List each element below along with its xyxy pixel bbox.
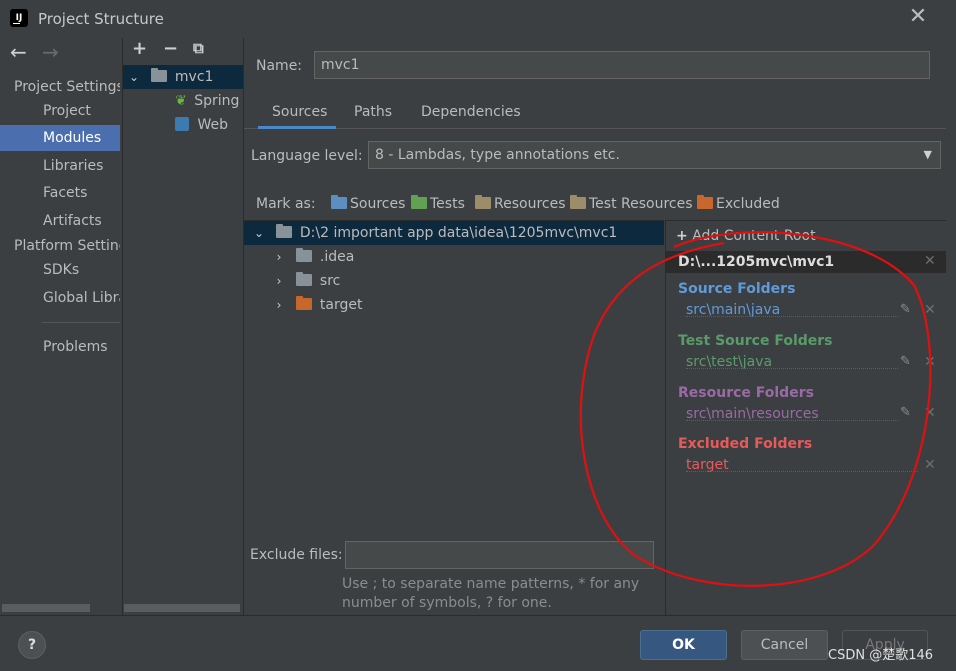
mark-as-excluded[interactable]: Excluded (697, 195, 780, 213)
nav-item-modules[interactable]: Modules (0, 125, 120, 151)
remove-icon[interactable]: − (163, 38, 178, 59)
back-arrow-icon[interactable]: ← (10, 40, 27, 64)
nav-item-artifacts[interactable]: Artifacts (0, 208, 120, 234)
mark-as-tests[interactable]: Tests (411, 195, 465, 213)
tree-item-label: src (319, 273, 341, 289)
tab-paths[interactable]: Paths (354, 104, 392, 130)
chevron-right-icon[interactable]: › (272, 269, 286, 293)
excluded-folder-icon (697, 195, 713, 209)
watermark: CSDN @楚歌146 (828, 648, 934, 663)
nav-item-problems[interactable]: Problems (0, 334, 120, 360)
nav-group-platform-settings: Platform Settings (14, 238, 120, 254)
resources-folder-icon (475, 195, 491, 209)
test-resources-folder-icon (570, 195, 586, 209)
module-row-spring[interactable]: ❦ Spring (123, 89, 243, 113)
module-row-web[interactable]: Web (123, 113, 243, 137)
name-input[interactable]: mvc1 (314, 51, 930, 79)
exclude-hint-line2: number of symbols, ? for one. (342, 595, 552, 611)
tab-divider (244, 128, 946, 129)
excluded-folder-icon (296, 296, 313, 310)
mark-as-sources-label: Sources (350, 196, 406, 212)
folder-icon (296, 248, 313, 262)
tree-item-label: .idea (319, 249, 355, 265)
title-bar: IJ Project Structure ✕ (0, 0, 956, 38)
nav-group-project-settings: Project Settings (14, 79, 120, 95)
spring-leaf-icon: ❦ (175, 93, 187, 109)
mark-as-resources[interactable]: Resources (475, 195, 566, 213)
nav-item-global-libraries[interactable]: Global Libraries (0, 285, 120, 311)
module-folder-icon (151, 68, 168, 82)
sources-folder-icon (331, 195, 347, 209)
folder-icon (296, 272, 313, 286)
cancel-button[interactable]: Cancel (741, 630, 828, 660)
nav-item-sdks[interactable]: SDKs (0, 257, 120, 283)
nav-item-facets[interactable]: Facets (0, 180, 120, 206)
mark-as-tests-label: Tests (430, 196, 465, 212)
left-nav-scrollbar[interactable] (2, 604, 90, 612)
help-button[interactable]: ? (18, 631, 46, 659)
chevron-down-icon[interactable]: ⌄ (252, 221, 266, 245)
intellij-logo-icon: IJ (10, 9, 28, 27)
window-title: Project Structure (38, 10, 164, 28)
chevron-down-icon[interactable]: ⌄ (127, 65, 141, 89)
add-icon[interactable]: + (132, 38, 147, 59)
language-level-value: 8 - Lambdas, type annotations etc. (375, 147, 620, 163)
tab-dependencies[interactable]: Dependencies (421, 104, 521, 130)
web-facet-icon (175, 117, 189, 131)
module-tree-scrollbar[interactable] (124, 604, 240, 612)
exclude-files-label: Exclude files: (250, 547, 343, 563)
red-annotation-circle (579, 231, 932, 587)
module-label: mvc1 (174, 69, 214, 85)
module-tree-panel: + − ⧉ ⌄ mvc1 ❦ Spring Web (122, 38, 244, 615)
ok-button[interactable]: OK (640, 630, 727, 660)
chevron-right-icon[interactable]: › (272, 245, 286, 269)
nav-item-project[interactable]: Project (0, 98, 120, 124)
facet-label: Spring (194, 93, 240, 109)
forward-arrow-icon[interactable]: → (42, 40, 59, 64)
chevron-right-icon[interactable]: › (272, 293, 286, 317)
close-icon[interactable]: ✕ (906, 6, 930, 30)
mark-as-resources-label: Resources (494, 196, 566, 212)
nav-divider (42, 322, 120, 323)
mark-as-test-resources[interactable]: Test Resources (570, 195, 693, 213)
chevron-down-icon: ▼ (923, 148, 932, 161)
mark-as-label: Mark as: (256, 196, 316, 212)
language-level-select[interactable]: 8 - Lambdas, type annotations etc. ▼ (368, 141, 941, 169)
mark-as-test-resources-label: Test Resources (589, 196, 693, 212)
nav-item-libraries[interactable]: Libraries (0, 153, 120, 179)
active-tab-indicator (258, 126, 336, 129)
folder-icon (276, 224, 293, 238)
tree-root-label: D:\2 important app data\idea\1205mvc\mvc… (299, 225, 618, 241)
facet-label: Web (197, 117, 228, 133)
mark-as-sources[interactable]: Sources (331, 195, 405, 213)
tests-folder-icon (411, 195, 427, 209)
module-row-mvc1[interactable]: ⌄ mvc1 (123, 65, 243, 89)
name-label: Name: (256, 58, 303, 74)
copy-icon[interactable]: ⧉ (193, 39, 204, 57)
tree-item-label: target (319, 297, 363, 313)
settings-nav: ← → Project Settings Project Modules Lib… (0, 38, 122, 615)
language-level-label: Language level: (251, 148, 363, 164)
mark-as-excluded-label: Excluded (716, 196, 780, 212)
